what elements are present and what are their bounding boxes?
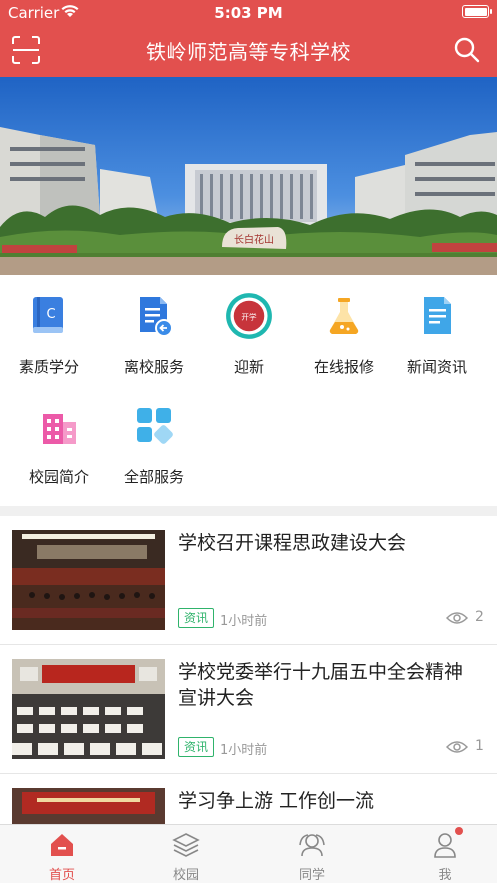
tab-label: 同学 [298, 868, 325, 883]
service-online-repair[interactable]: 在线报修 [295, 276, 393, 376]
news-thumbnail [12, 788, 165, 824]
service-leave-school[interactable]: 离校服务 [105, 276, 203, 376]
tab-classmates[interactable]: 同学 [250, 825, 374, 883]
news-views: 1 [475, 738, 484, 754]
section-divider [0, 506, 497, 516]
battery-icon [462, 5, 492, 18]
service-quality-credits[interactable]: C 素质学分 [0, 276, 98, 376]
service-campus-intro[interactable]: 校园简介 [10, 386, 108, 486]
user-icon [434, 833, 456, 858]
grid-icon [137, 408, 173, 444]
tab-home[interactable]: 首页 [0, 825, 124, 883]
news-thumbnail [12, 530, 165, 630]
news-item[interactable]: 学校召开课程思政建设大会 资讯 1小时前 2 [0, 516, 497, 645]
service-label: 校园简介 [28, 468, 89, 486]
layers-icon [172, 833, 200, 857]
news-time: 1小时前 [220, 743, 268, 758]
eye-icon [446, 612, 468, 624]
app-header: Carrier 5:03 PM 铁岭师范高等专科学校 [0, 0, 497, 77]
notification-dot [455, 827, 463, 835]
book-icon: C [33, 297, 63, 333]
welcome-seal-icon: 开学 [226, 293, 272, 339]
classmates-icon [299, 834, 325, 857]
news-time: 1小时前 [220, 614, 268, 629]
app-screen: Carrier 5:03 PM 铁岭师范高等专科学校 长白花山 C 素质学分 离… [0, 0, 497, 883]
service-label: 新闻资讯 [406, 358, 467, 376]
news-document-icon [424, 297, 451, 334]
service-label: 全部服务 [123, 468, 184, 486]
eye-icon [446, 741, 468, 753]
tab-label: 首页 [48, 868, 75, 883]
tab-bar: 首页 校园 同学 我 [0, 824, 497, 883]
tab-me[interactable]: 我 [383, 825, 497, 883]
news-tag: 资讯 [178, 608, 215, 628]
document-return-icon [140, 297, 173, 337]
tab-label: 我 [438, 868, 452, 883]
status-bar: Carrier 5:03 PM [0, 0, 497, 26]
search-icon[interactable] [453, 36, 481, 64]
news-title: 学习争上游 工作创一流 [178, 790, 375, 812]
service-all[interactable]: 全部服务 [105, 386, 203, 486]
stone-inscription: 长白花山 [234, 233, 274, 246]
svg-text:C: C [46, 307, 55, 322]
news-item[interactable]: 学校党委举行十九届五中全会精神宣讲大会 资讯 1小时前 1 [0, 645, 497, 774]
news-tag: 资讯 [178, 737, 215, 757]
tab-campus[interactable]: 校园 [124, 825, 248, 883]
news-thumbnail [12, 659, 165, 759]
scan-icon[interactable] [10, 34, 42, 66]
flask-icon [329, 298, 359, 335]
status-time: 5:03 PM [214, 4, 283, 22]
news-views: 2 [475, 609, 484, 625]
seal-text: 开学 [241, 311, 257, 321]
service-news[interactable]: 新闻资讯 [388, 276, 486, 376]
home-icon [51, 834, 73, 856]
building-icon [43, 414, 76, 444]
news-item[interactable]: 学习争上游 工作创一流 [0, 774, 497, 824]
campus-banner[interactable]: 长白花山 [0, 77, 497, 275]
news-title: 学校党委举行十九届五中全会精神宣讲大会 [178, 661, 464, 709]
service-label: 素质学分 [18, 358, 79, 376]
service-welcome[interactable]: 开学 迎新 [200, 276, 298, 376]
news-title: 学校召开课程思政建设大会 [178, 532, 407, 554]
service-label: 迎新 [233, 358, 264, 376]
page-title: 铁岭师范高等专科学校 [146, 40, 351, 64]
service-grid: C 素质学分 离校服务 开学 迎新 在线报修 新闻资讯 校园简介 全部服务 [0, 276, 497, 506]
service-label: 在线报修 [313, 358, 374, 376]
service-label: 离校服务 [123, 358, 184, 376]
tab-label: 校园 [172, 868, 199, 883]
